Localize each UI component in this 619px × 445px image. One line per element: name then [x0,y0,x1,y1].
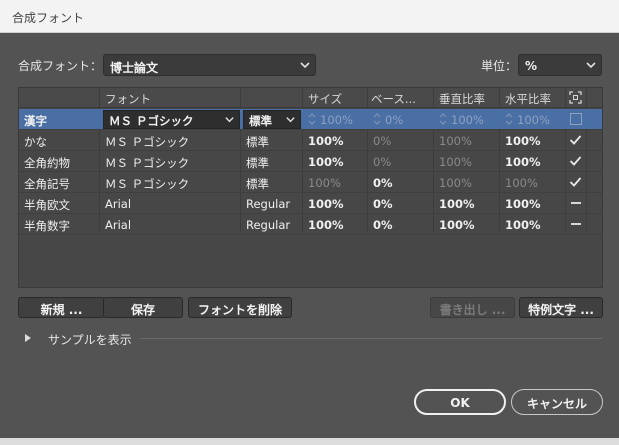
baseline-value[interactable]: 0% [385,113,403,127]
vertical-scale-value: 100% [439,134,472,148]
column-header-baseline: ベース... [371,92,416,106]
baseline-value: 0% [373,176,393,190]
horizontal-scale-value: 100% [505,218,541,232]
font-value: ＭＳ Ｐゴシック [105,135,190,149]
check-icon [569,177,582,187]
row-name: 全角約物 [24,156,70,170]
style-value: 標準 [246,135,269,149]
horizontal-scale-value: 100% [505,155,541,169]
row-name: 半角欧文 [24,198,70,212]
size-value: 100% [308,197,344,211]
check-icon [569,135,582,145]
special-characters-button[interactable]: 特例文字 ... [519,297,603,318]
unit-value: % [525,59,538,73]
disclosure-triangle-icon[interactable] [24,333,32,343]
horizontal-scale-value[interactable]: 100% [517,113,550,127]
baseline-value: 0% [373,134,392,148]
font-table: フォント サイズ ベース... 垂直比率 水平比率 漢字 ＭＳ Ｐゴシック 標準… [18,87,603,288]
sample-divider [140,338,602,339]
column-header-size: サイズ [308,92,343,106]
column-header-vertical-scale: 垂直比率 [439,92,485,106]
size-value: 100% [308,176,341,190]
table-row[interactable]: 半角数字 Arial Regular 100% 0% 100% 100% [19,214,602,235]
vertical-scale-value[interactable]: 100% [451,113,484,127]
chevron-down-icon [300,62,310,69]
composite-font-label: 合成フォント： [18,59,103,73]
delete-font-button[interactable]: フォントを削除 [188,297,292,318]
chevron-down-icon [286,117,295,123]
check-icon [569,156,582,166]
size-value[interactable]: 100% [320,113,353,127]
window-title: 合成フォント [0,0,619,33]
unit-label: 単位： [481,59,518,73]
size-value: 100% [308,134,344,148]
composite-font-select[interactable]: 博士論文 [103,54,316,76]
vertical-scale-value: 100% [439,218,475,232]
horizontal-scale-value: 100% [505,176,538,190]
chevron-down-icon [225,117,234,123]
column-header-font: フォント [105,92,151,106]
baseline-value: 0% [373,197,393,211]
font-select[interactable]: ＭＳ Ｐゴシック [103,110,240,129]
font-value: ＭＳ Ｐゴシック [105,177,190,191]
vertical-scale-stepper-icon[interactable] [438,112,448,126]
horizontal-scale-value: 100% [505,134,541,148]
style-value: 標準 [246,156,269,170]
size-value: 100% [308,155,344,169]
table-header: フォント サイズ ベース... 垂直比率 水平比率 [19,88,602,108]
style-select[interactable]: 標準 [243,110,301,129]
checkbox-icon[interactable] [570,113,582,125]
style-value: Regular [246,197,291,211]
horizontal-scale-stepper-icon[interactable] [504,112,514,126]
size-value: 100% [308,218,344,232]
font-value: ＭＳ Ｐゴシック [105,156,190,170]
baseline-stepper-icon[interactable] [372,112,382,126]
font-value: ＭＳ Ｐゴシック [109,114,194,128]
row-name: かな [24,135,47,149]
vertical-scale-value: 100% [439,197,475,211]
window-bottom-edge [0,438,619,445]
table-row[interactable]: 全角記号 ＭＳ Ｐゴシック 標準 100% 0% 100% 100% [19,172,602,193]
table-row[interactable]: 半角欧文 Arial Regular 100% 0% 100% 100% [19,193,602,214]
vertical-scale-value: 100% [439,155,472,169]
size-stepper-icon[interactable] [307,112,317,126]
new-button[interactable]: 新規 ... [18,297,105,318]
font-value: Arial [105,197,132,211]
row-name: 漢字 [24,114,47,128]
composite-font-value: 博士論文 [110,61,159,75]
ok-button[interactable]: OK [414,389,506,415]
table-row[interactable]: 全角約物 ＭＳ Ｐゴシック 標準 100% 0% 100% 100% [19,151,602,172]
cancel-button[interactable]: キャンセル [511,389,603,415]
vertical-scale-value: 100% [439,176,472,190]
style-value: 標準 [246,177,269,191]
row-name: 全角記号 [24,177,70,191]
dash-icon [571,223,581,225]
style-value: 標準 [249,114,272,128]
style-value: Regular [246,218,291,232]
save-button[interactable]: 保存 [103,297,183,318]
show-sample-label[interactable]: サンプルを表示 [48,331,132,348]
table-row[interactable]: 漢字 ＭＳ Ｐゴシック 標準 100% 0% 100% 100% [19,109,602,130]
unit-select[interactable]: % [518,54,602,76]
baseline-value: 0% [373,155,392,169]
baseline-value: 0% [373,218,393,232]
chevron-down-icon [586,62,596,69]
export-button[interactable]: 書き出し ... [430,297,515,318]
column-header-horizontal-scale: 水平比率 [505,92,551,106]
table-row[interactable]: かな ＭＳ Ｐゴシック 標準 100% 0% 100% 100% [19,130,602,151]
font-value: Arial [105,218,132,232]
horizontal-scale-value: 100% [505,197,541,211]
scale-to-em-icon [569,91,582,104]
dash-icon [571,202,581,204]
row-name: 半角数字 [24,219,70,233]
